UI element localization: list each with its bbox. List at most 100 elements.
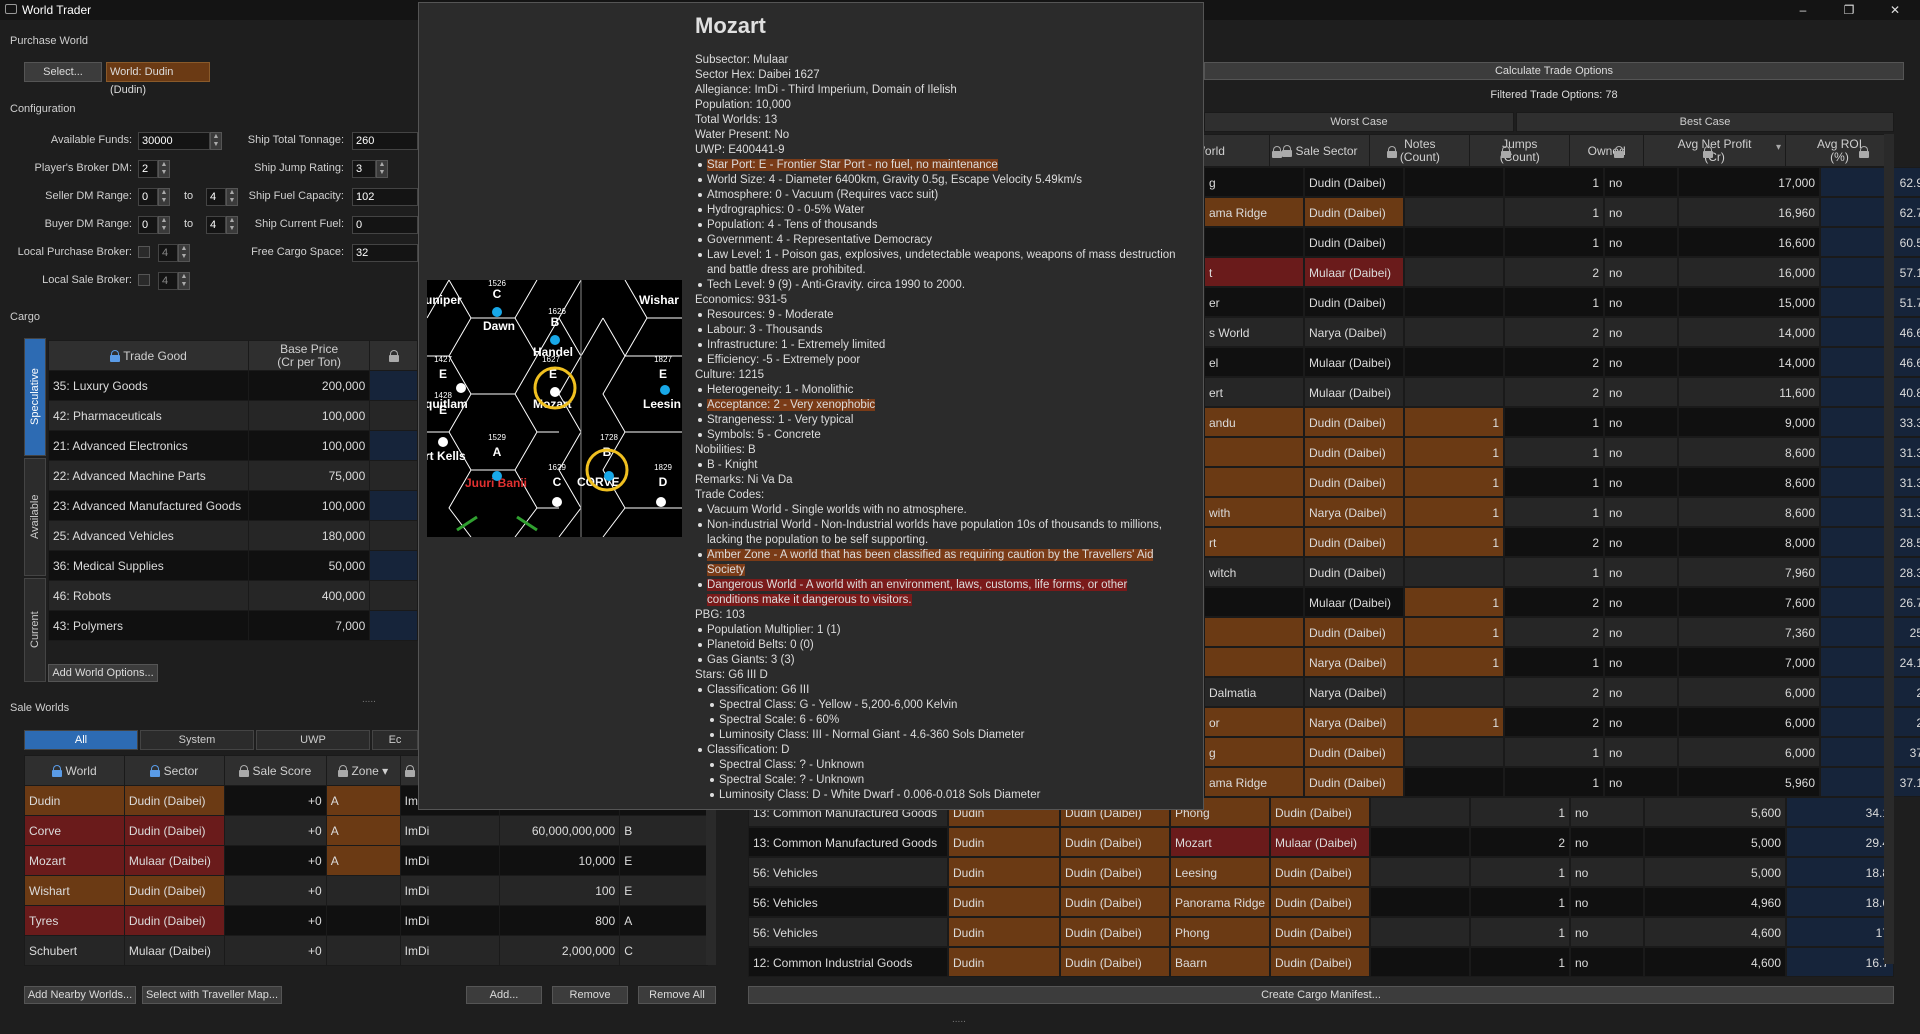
close-icon[interactable]: ✕ xyxy=(1872,0,1918,20)
lock-icon[interactable] xyxy=(338,765,349,778)
lock-icon[interactable] xyxy=(52,765,63,778)
table-row[interactable]: erDudin (Daibei) 1no15,00051.7 xyxy=(1204,287,1920,317)
ship-jump-input[interactable]: 3 xyxy=(352,160,376,178)
table-row[interactable]: Tyres Dudin (Daibei) +0 ImDi 800 A xyxy=(24,905,708,936)
table-row[interactable]: 25: Advanced Vehicles 180,000 xyxy=(48,520,418,551)
local-sale-spinner[interactable]: ▲ ▼ xyxy=(178,272,190,290)
table-row[interactable]: s WorldNarya (Daibei) 2no14,00046.6 xyxy=(1204,317,1920,347)
table-row[interactable]: ertMulaar (Daibei) 2no11,60040.8 xyxy=(1204,377,1920,407)
buyer-min-input[interactable]: 0 xyxy=(138,216,158,234)
column-header-base-price[interactable]: Base Price (Cr per Ton) xyxy=(247,340,371,371)
table-row[interactable]: 35: Luxury Goods 200,000 xyxy=(48,370,418,401)
table-row[interactable]: ama RidgeDudin (Daibei) 1no5,96037.1 xyxy=(1204,767,1920,797)
table-row[interactable]: Dudin (Daibei)11no8,60031.3 xyxy=(1204,437,1920,467)
lock-icon[interactable] xyxy=(1282,145,1293,158)
ship-fuel-capacity-input[interactable]: 102 xyxy=(352,188,418,206)
tab-speculative[interactable]: Speculative xyxy=(24,338,46,456)
table-row[interactable]: elMulaar (Daibei) 2no14,00046.6 xyxy=(1204,347,1920,377)
local-purchase-input[interactable]: 4 xyxy=(158,244,178,262)
column-header-notes[interactable]: Notes (Count) xyxy=(1369,134,1471,167)
trade-scrollbar[interactable] xyxy=(1884,134,1894,964)
column-header-owned[interactable]: Owned xyxy=(1569,134,1645,167)
table-row[interactable]: tMulaar (Daibei) 2no16,00057.1 xyxy=(1204,257,1920,287)
add-nearby-worlds-button[interactable]: Add Nearby Worlds... xyxy=(24,986,136,1004)
table-row[interactable]: 13: Common Manufactured Goods Dudin Dudin … xyxy=(748,827,1894,857)
ship-jump-spinner[interactable]: ▲ ▼ xyxy=(376,160,388,178)
free-cargo-space-input[interactable]: 32 xyxy=(352,244,418,262)
table-row[interactable]: orNarya (Daibei)12no6,0002 xyxy=(1204,707,1920,737)
tab-system[interactable]: System xyxy=(140,730,254,750)
table-row[interactable]: Dudin (Daibei) 1no16,60060.5 xyxy=(1204,227,1920,257)
table-row[interactable]: rtDudin (Daibei)12no8,00028.5 xyxy=(1204,527,1920,557)
tab-available[interactable]: Available xyxy=(24,458,46,576)
lock-icon[interactable] xyxy=(388,350,399,363)
broker-dm-spinner[interactable]: ▲ ▼ xyxy=(158,160,170,178)
remove-all-button[interactable]: Remove All xyxy=(638,986,716,1004)
table-row[interactable]: 22: Advanced Machine Parts 75,000 xyxy=(48,460,418,491)
create-cargo-manifest-button[interactable]: Create Cargo Manifest... xyxy=(748,986,1894,1004)
table-row[interactable]: 46: Robots 400,000 xyxy=(48,580,418,611)
broker-dm-input[interactable]: 2 xyxy=(138,160,158,178)
lock-icon[interactable] xyxy=(150,765,161,778)
local-purchase-checkbox[interactable] xyxy=(138,246,150,258)
table-row[interactable]: Wishart Dudin (Daibei) +0 ImDi 100 E xyxy=(24,875,708,906)
column-header-trade-good[interactable]: Trade Good xyxy=(48,340,249,371)
table-row[interactable]: 21: Advanced Electronics 100,000 xyxy=(48,430,418,461)
table-row[interactable]: gDudin (Daibei) 1no17,00062.9 xyxy=(1204,167,1920,197)
lock-icon[interactable] xyxy=(404,765,415,778)
remove-button[interactable]: Remove xyxy=(552,986,628,1004)
column-header-sale-score[interactable]: Sale Score xyxy=(223,755,327,786)
ship-current-fuel-input[interactable]: 0 xyxy=(352,216,418,234)
lock-icon[interactable] xyxy=(239,765,250,778)
minimize-icon[interactable]: – xyxy=(1780,0,1826,20)
table-row[interactable]: 43: Polymers 7,000 xyxy=(48,610,418,641)
tab-economics[interactable]: Ec xyxy=(372,730,418,750)
lock-icon[interactable] xyxy=(110,350,121,363)
table-row[interactable]: withNarya (Daibei)11no8,60031.3 xyxy=(1204,497,1920,527)
column-header-zone[interactable]: Zone ▾ xyxy=(325,755,401,786)
column-header-sector[interactable]: Sector xyxy=(123,755,225,786)
table-row[interactable]: Dudin (Daibei)12no7,36025 xyxy=(1204,617,1920,647)
column-header-jumps[interactable]: Jumps (Count) xyxy=(1469,134,1571,167)
buyer-min-spinner[interactable]: ▲ ▼ xyxy=(158,216,170,234)
table-row[interactable]: 36: Medical Supplies 50,000 xyxy=(48,550,418,581)
table-row[interactable]: ama RidgeDudin (Daibei) 1no16,96062.7 xyxy=(1204,197,1920,227)
seller-min-input[interactable]: 0 xyxy=(138,188,158,206)
column-header-world[interactable]: World xyxy=(24,755,125,786)
tab-all[interactable]: All xyxy=(24,730,138,750)
maximize-icon[interactable]: ❐ xyxy=(1826,0,1872,20)
calculate-trade-options-button[interactable]: Calculate Trade Options xyxy=(1204,62,1904,80)
splitter-handle[interactable]: ..... xyxy=(952,1014,966,1025)
table-row[interactable]: 56: Vehicles Dudin Dudin (Daibei) Panorama … xyxy=(748,887,1894,917)
seller-max-input[interactable]: 4 xyxy=(206,188,226,206)
table-row[interactable]: Schubert Mulaar (Daibei) +0 ImDi 2,000,000 C xyxy=(24,935,708,966)
local-sale-checkbox[interactable] xyxy=(138,274,150,286)
table-row[interactable]: Dudin (Daibei)11no8,60031.3 xyxy=(1204,467,1920,497)
tab-uwp[interactable]: UWP xyxy=(256,730,370,750)
column-header-locked[interactable] xyxy=(369,340,418,371)
available-funds-spinner[interactable]: ▲ ▼ xyxy=(210,132,222,150)
table-row[interactable]: DalmatiaNarya (Daibei)2no6,0002 xyxy=(1204,677,1920,707)
add-world-options-button[interactable]: Add World Options... xyxy=(48,664,158,682)
table-row[interactable]: witchDudin (Daibei) 1no7,96028.3 xyxy=(1204,557,1920,587)
table-row[interactable]: 56: Vehicles Dudin Dudin (Daibei) Leesing Du… xyxy=(748,857,1894,887)
tab-current[interactable]: Current xyxy=(24,578,46,682)
sort-down-icon[interactable]: ▾ xyxy=(382,764,388,778)
table-row[interactable]: 23: Advanced Manufactured Goods 100,000 xyxy=(48,490,418,521)
available-funds-input[interactable]: 30000 xyxy=(138,132,210,150)
table-row[interactable]: gDudin (Daibei) 1no6,00037 xyxy=(1204,737,1920,767)
splitter-handle[interactable]: ..... xyxy=(362,694,376,705)
column-header-avg-roi[interactable]: Avg ROI (%) xyxy=(1785,134,1894,167)
seller-min-spinner[interactable]: ▲ ▼ xyxy=(158,188,170,206)
column-header-avg-net-profit[interactable]: Avg Net Profit (Cr) xyxy=(1643,134,1787,167)
local-purchase-spinner[interactable]: ▲ ▼ xyxy=(178,244,190,262)
add-button[interactable]: Add... xyxy=(466,986,542,1004)
select-world-button[interactable]: Select... xyxy=(24,62,102,82)
table-row[interactable]: 12: Common Industrial Goods Dudin Dudin (D… xyxy=(748,947,1894,977)
table-row[interactable]: 42: Pharmaceuticals 100,000 xyxy=(48,400,418,431)
select-traveller-map-button[interactable]: Select with Traveller Map... xyxy=(142,986,282,1004)
table-row[interactable]: Narya (Daibei)11no7,00024.1 xyxy=(1204,647,1920,677)
table-row[interactable]: Mozart Mulaar (Daibei) +0 A ImDi 10,000 E xyxy=(24,845,708,876)
local-sale-input[interactable]: 4 xyxy=(158,272,178,290)
column-header-sale-sector[interactable]: Sale Sector xyxy=(1269,134,1371,167)
